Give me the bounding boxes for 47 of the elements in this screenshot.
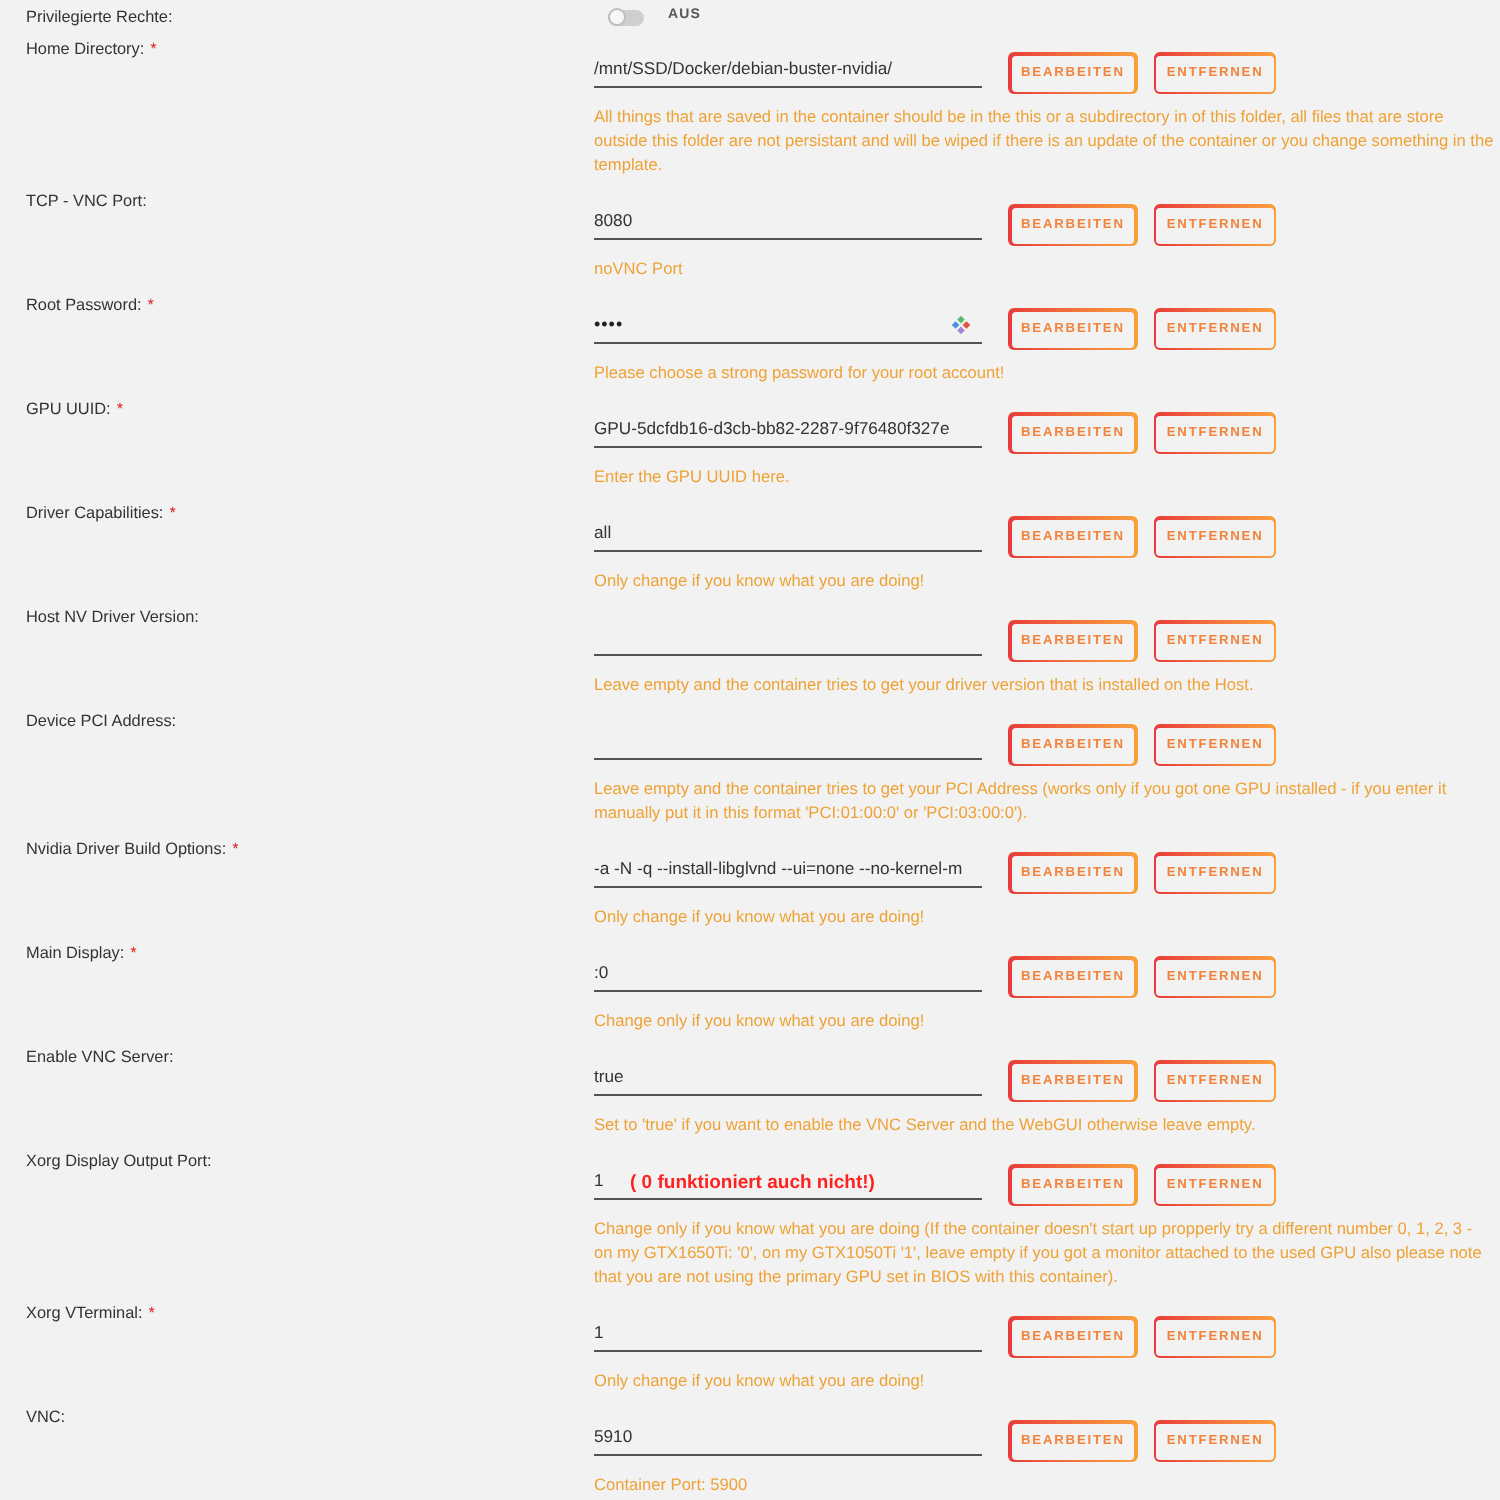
setting-label: Xorg Display Output Port: — [26, 1150, 212, 1172]
setting-label: VNC: — [26, 1406, 66, 1428]
setting-label: TCP - VNC Port: — [26, 190, 147, 212]
hint-text: Set to 'true' if you want to enable the VNC Server and the WebGUI otherwise leave empty. — [594, 1112, 1258, 1136]
setting-label: Home Directory: — [26, 38, 145, 60]
setting-label: Enable VNC Server: — [26, 1046, 174, 1068]
setting-label: Main Display: — [26, 942, 125, 964]
setting-label: Nvidia Driver Build Options: — [26, 838, 227, 860]
hint-text: Change only if you know what you are doing! — [594, 1008, 927, 1032]
input-field[interactable]: 5910 — [594, 1420, 982, 1456]
toggle-switch[interactable] — [608, 9, 644, 25]
annotation-text: ( 0 funktioniert auch nicht!) — [630, 1172, 875, 1196]
hint-text: Change only if you know what you are doing (If the container doesn't start up propperly try a different number 0, 1, 2, 3 - on my GTX1650Ti: '0', on my GTX1050Ti '1', leave empty if you got a monitor attached to the used GPU also please note that you are not using the primary GPU set in BIOS with this container). — [594, 1216, 1484, 1288]
setting-label: Privilegierte Rechte: — [26, 6, 173, 28]
hint-text: Only change if you know what you are doing! — [594, 568, 927, 592]
password-field[interactable]: •••• — [594, 308, 982, 344]
hint-text: noVNC Port — [594, 256, 685, 280]
required-asterisk: * — [130, 942, 137, 964]
required-asterisk: * — [116, 398, 123, 420]
hint-text: Leave empty and the container tries to get your PCI Address (works only if you got one GPU installed - if you enter it manually put it in this format 'PCI:01:00:0' or 'PCI:03:00:0'). — [594, 776, 1449, 824]
required-asterisk: * — [148, 1302, 155, 1324]
input-field[interactable]: GPU-5dcfdb16-d3cb-bb82-2287-9f76480f327e — [594, 412, 982, 448]
required-asterisk: * — [147, 294, 154, 316]
input-field[interactable]: -a -N -q --install-libglvnd --ui=none --no-kernel-m — [594, 852, 982, 888]
required-asterisk: * — [150, 38, 157, 60]
input-field[interactable]: /mnt/SSD/Docker/debian-buster-nvidia/ — [594, 52, 982, 88]
required-asterisk: * — [232, 838, 239, 860]
hint-text: Please choose a strong password for your root account! — [594, 360, 1007, 384]
hint-text: Only change if you know what you are doing! — [594, 904, 927, 928]
input-field[interactable]: :0 — [594, 956, 982, 992]
setting-label: Host NV Driver Version: — [26, 606, 199, 628]
required-asterisk: * — [169, 502, 176, 524]
setting-label: GPU UUID: — [26, 398, 111, 420]
password-manager-icon[interactable] — [952, 316, 970, 334]
setting-label: Device PCI Address: — [26, 710, 177, 732]
setting-label: Root Password: — [26, 294, 142, 316]
hint-text: All things that are saved in the container should be in the this or a subdirectory in of this folder, all files that are store outside this folder are not persistant and will be wiped if there is an update of the container or you change something in the template. — [594, 104, 1494, 176]
hint-text: Container Port: 5900 — [594, 1472, 750, 1496]
hint-text: Leave empty and the container tries to get your driver version that is installed on the Host. — [594, 672, 1256, 696]
input-field[interactable]: true — [594, 1060, 982, 1096]
input-field[interactable]: 8080 — [594, 204, 982, 240]
hint-text: Only change if you know what you are doing! — [594, 1368, 927, 1392]
setting-label: Driver Capabilities: — [26, 502, 164, 524]
input-field[interactable]: 1 — [594, 1316, 982, 1352]
hint-text: Enter the GPU UUID here. — [594, 464, 792, 488]
setting-label: Xorg VTerminal: — [26, 1302, 143, 1324]
input-field[interactable]: all — [594, 516, 982, 552]
